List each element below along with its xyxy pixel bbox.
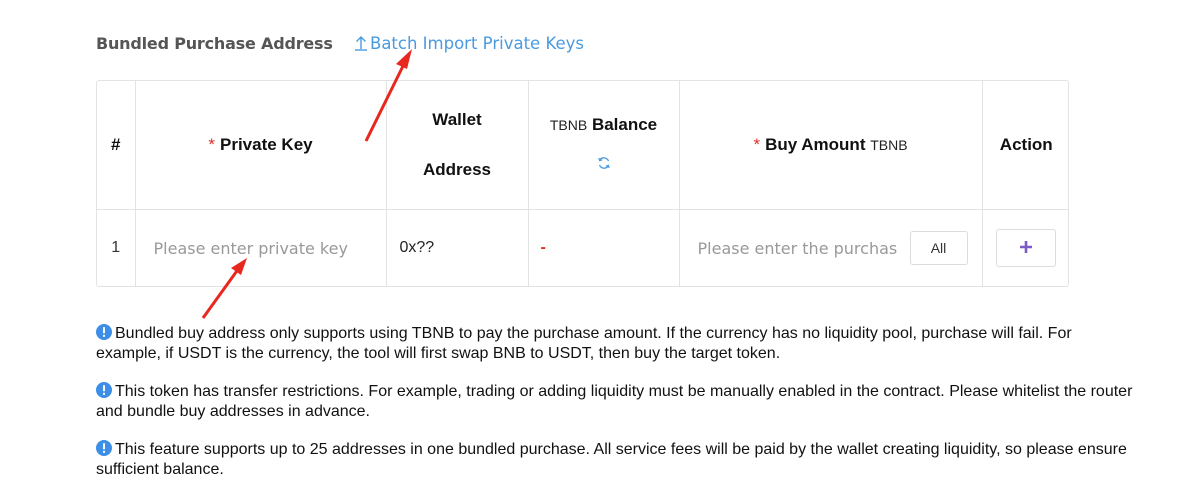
col-buy-amount: * Buy Amount TBNB [678, 81, 983, 210]
required-mark: * [208, 134, 215, 154]
action-cell [981, 208, 1068, 286]
row-index: 1 [97, 208, 136, 286]
required-mark: * [753, 134, 761, 154]
col-index: # [97, 81, 136, 210]
balance-value: - [527, 208, 680, 286]
purchase-table: # * Private Key Wallet Address TBNB Balan… [96, 80, 1069, 287]
col-private-key: * Private Key [134, 81, 387, 210]
info-icon [96, 324, 112, 340]
col-balance: TBNB Balance [527, 81, 680, 210]
upload-icon [353, 34, 369, 52]
notes-section: Bundled buy address only supports using … [96, 324, 1136, 498]
buy-amount-input[interactable] [697, 230, 898, 267]
col-action: Action [981, 81, 1068, 210]
note-item: Bundled buy address only supports using … [96, 324, 1072, 362]
plus-icon [1018, 239, 1034, 258]
table-row: 1 0x?? - All [97, 208, 1068, 286]
note-item: This token has transfer restrictions. Fo… [96, 382, 1133, 420]
info-icon [96, 382, 112, 398]
section-title: Bundled Purchase Address [96, 33, 333, 53]
table-header-row: # * Private Key Wallet Address TBNB Balan… [97, 81, 1068, 210]
note-item: This feature supports up to 25 addresses… [96, 440, 1127, 478]
refresh-icon[interactable] [597, 155, 611, 169]
add-row-button[interactable] [996, 229, 1057, 268]
private-key-cell [134, 208, 387, 286]
info-icon [96, 440, 112, 456]
wallet-address: 0x?? [385, 208, 529, 286]
buy-amount-cell: All [678, 208, 983, 286]
batch-import-link[interactable]: Batch Import Private Keys [353, 32, 584, 54]
all-button[interactable]: All [909, 231, 968, 266]
col-wallet-address: Wallet Address [385, 81, 529, 210]
section-header: Bundled Purchase Address [96, 32, 333, 54]
private-key-input[interactable] [135, 228, 386, 269]
batch-import-label: Batch Import Private Keys [370, 33, 584, 53]
